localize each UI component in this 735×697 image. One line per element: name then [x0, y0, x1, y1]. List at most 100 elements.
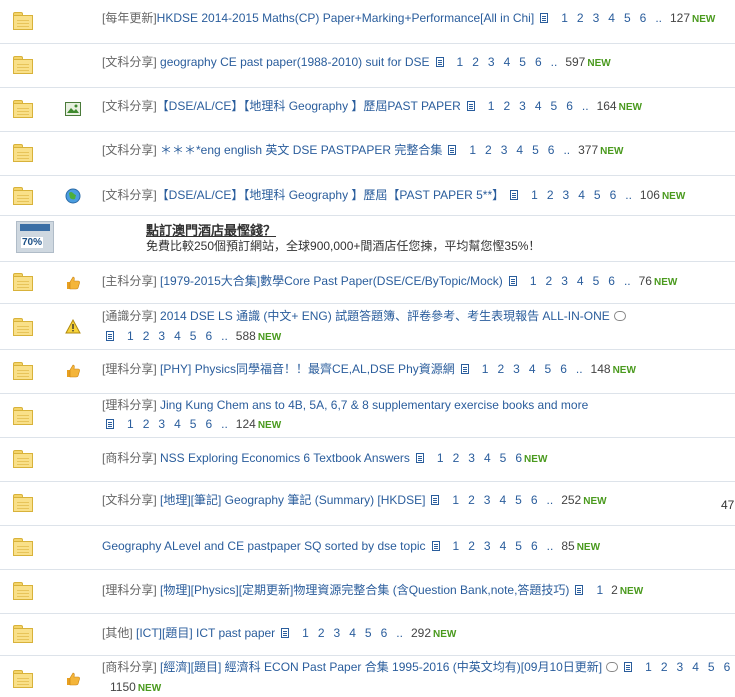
- page-link[interactable]: 4: [499, 493, 506, 507]
- thread-row[interactable]: [理科分享] [PHY] Physics同學福音！！最齊CE,AL,DSE Ph…: [0, 350, 735, 394]
- hotel-ad[interactable]: 70% 點訂澳門酒店最慳錢？ 免費比較250個預訂網站，全球900,000+間酒…: [0, 216, 735, 262]
- thread-row[interactable]: [商科分享] [經濟][題目] 經濟科 ECON Past Paper 合集 1…: [0, 656, 735, 695]
- thread-title-link[interactable]: ＊＊＊*eng english 英文 DSE PASTPAPER 完整合集: [160, 143, 442, 157]
- page-link[interactable]: 6: [610, 188, 617, 202]
- page-link[interactable]: 3: [593, 11, 600, 25]
- thread-row[interactable]: [文科分享] ＊＊＊*eng english 英文 DSE PASTPAPER …: [0, 132, 735, 176]
- page-link[interactable]: 2: [546, 274, 553, 288]
- thread-row[interactable]: [商科分享] NSS Exploring Economics 6 Textboo…: [0, 438, 735, 482]
- page-link[interactable]: 2: [472, 55, 479, 69]
- page-link[interactable]: 6: [531, 493, 538, 507]
- thread-title-link[interactable]: NSS Exploring Economics 6 Textbook Answe…: [160, 451, 410, 465]
- page-link[interactable]: 4: [577, 274, 584, 288]
- thread-row[interactable]: [文科分享]【DSE/AL/CE】【地理科 Geography 】歷屆PAST …: [0, 88, 735, 132]
- page-link[interactable]: 1: [452, 493, 459, 507]
- page-link[interactable]: 4: [692, 660, 699, 674]
- page-link[interactable]: 3: [488, 55, 495, 69]
- page-link[interactable]: 3: [158, 417, 165, 431]
- page-link[interactable]: 1: [437, 451, 444, 465]
- page-link[interactable]: 4: [529, 362, 536, 376]
- page-link[interactable]: 6: [566, 99, 573, 113]
- page-link[interactable]: 1: [596, 583, 603, 597]
- page-link[interactable]: 3: [519, 99, 526, 113]
- page-link[interactable]: 1: [531, 188, 538, 202]
- thread-title-link[interactable]: [1979-2015大合集]數學Core Past Paper(DSE/CE/B…: [160, 274, 503, 288]
- page-link[interactable]: 1: [453, 539, 460, 553]
- page-link[interactable]: 2: [503, 99, 510, 113]
- reply-count[interactable]: 377: [578, 143, 598, 157]
- reply-count[interactable]: 76: [639, 274, 652, 288]
- page-link[interactable]: 2: [497, 362, 504, 376]
- page-link[interactable]: 3: [501, 143, 508, 157]
- page-link[interactable]: 1: [302, 626, 309, 640]
- reply-count[interactable]: 292: [411, 626, 431, 640]
- thread-row[interactable]: [文科分享] geography CE past paper(1988-2010…: [0, 44, 735, 88]
- reply-count[interactable]: 106: [640, 188, 660, 202]
- page-link[interactable]: 5: [624, 11, 631, 25]
- page-link[interactable]: 6: [205, 329, 212, 343]
- reply-count[interactable]: 597: [565, 55, 585, 69]
- reply-count[interactable]: 164: [597, 99, 617, 113]
- thread-row[interactable]: [其他] [ICT][題目] ICT past paper 1 2 3 4 5 6.. 292…: [0, 614, 735, 656]
- page-link[interactable]: 2: [318, 626, 325, 640]
- page-link[interactable]: 3: [158, 329, 165, 343]
- page-link[interactable]: 3: [563, 188, 570, 202]
- thread-row[interactable]: [理科分享] Jing Kung Chem ans to 4B, 5A, 6,7…: [0, 394, 735, 438]
- page-link[interactable]: 3: [484, 539, 491, 553]
- page-link[interactable]: 4: [535, 99, 542, 113]
- page-link[interactable]: 3: [468, 451, 475, 465]
- page-link[interactable]: 4: [578, 188, 585, 202]
- reply-count[interactable]: 127: [670, 11, 690, 25]
- thread-title-link[interactable]: [ICT][題目] ICT past paper: [136, 626, 275, 640]
- page-link[interactable]: 2: [547, 188, 554, 202]
- page-link[interactable]: 6: [640, 11, 647, 25]
- page-link[interactable]: 6: [205, 417, 212, 431]
- page-link[interactable]: 2: [468, 493, 475, 507]
- page-link[interactable]: 4: [504, 55, 511, 69]
- reply-count[interactable]: 588: [236, 329, 256, 343]
- thread-row[interactable]: [理科分享] [物理][Physics][定期更新]物理資源完整合集 (含Que…: [0, 570, 735, 614]
- reply-count[interactable]: 2: [611, 583, 618, 597]
- page-link[interactable]: 5: [190, 329, 197, 343]
- page-link[interactable]: 2: [468, 539, 475, 553]
- page-link[interactable]: 5: [190, 417, 197, 431]
- page-link[interactable]: 6: [535, 55, 542, 69]
- thread-row[interactable]: Geography ALevel and CE pastpaper SQ sor…: [0, 526, 735, 570]
- page-link[interactable]: 2: [577, 11, 584, 25]
- page-link[interactable]: 4: [174, 417, 181, 431]
- thread-row[interactable]: [每年更新]HKDSE 2014-2015 Maths(CP) Paper+Ma…: [0, 0, 735, 44]
- thread-title-link[interactable]: [PHY] Physics同學福音！！最齊CE,AL,DSE Phy資源網: [160, 362, 455, 376]
- page-link[interactable]: 6: [608, 274, 615, 288]
- page-link[interactable]: 1: [561, 11, 568, 25]
- page-link[interactable]: 6: [381, 626, 388, 640]
- page-link[interactable]: 1: [127, 417, 134, 431]
- thread-title-link[interactable]: Geography ALevel and CE pastpaper SQ sor…: [102, 539, 426, 553]
- page-link[interactable]: 3: [334, 626, 341, 640]
- thread-title-link[interactable]: HKDSE 2014-2015 Maths(CP) Paper+Marking+…: [157, 11, 535, 25]
- page-link[interactable]: 4: [484, 451, 491, 465]
- page-link[interactable]: 4: [608, 11, 615, 25]
- page-link[interactable]: 5: [365, 626, 372, 640]
- page-link[interactable]: 5: [551, 99, 558, 113]
- thread-title-link[interactable]: Jing Kung Chem ans to 4B, 5A, 6,7 & 8 su…: [160, 398, 588, 412]
- reply-count[interactable]: 148: [591, 362, 611, 376]
- thread-title-link[interactable]: [地理][筆記] Geography 筆記 (Summary) [HKDSE]: [160, 493, 425, 507]
- page-link[interactable]: 3: [561, 274, 568, 288]
- page-link[interactable]: 6: [515, 451, 522, 465]
- page-link[interactable]: 2: [453, 451, 460, 465]
- reply-count[interactable]: 85: [561, 539, 574, 553]
- page-link[interactable]: 3: [484, 493, 491, 507]
- page-link[interactable]: 5: [515, 493, 522, 507]
- page-link[interactable]: 4: [516, 143, 523, 157]
- page-link[interactable]: 4: [174, 329, 181, 343]
- reply-count[interactable]: 1150: [110, 680, 136, 694]
- page-link[interactable]: 3: [677, 660, 684, 674]
- page-link[interactable]: 1: [457, 55, 464, 69]
- page-link[interactable]: 2: [143, 329, 150, 343]
- thread-row[interactable]: [主科分享] [1979-2015大合集]數學Core Past Paper(D…: [0, 262, 735, 304]
- thread-title-link[interactable]: [物理][Physics][定期更新]物理資源完整合集 (含Question B…: [160, 583, 569, 597]
- page-link[interactable]: 1: [488, 99, 495, 113]
- reply-count[interactable]: 252: [561, 493, 581, 507]
- thread-title-link[interactable]: 2014 DSE LS 通識 (中文+ ENG) 試題答題簿、評卷參考、考生表現…: [160, 309, 610, 323]
- page-link[interactable]: 4: [500, 539, 507, 553]
